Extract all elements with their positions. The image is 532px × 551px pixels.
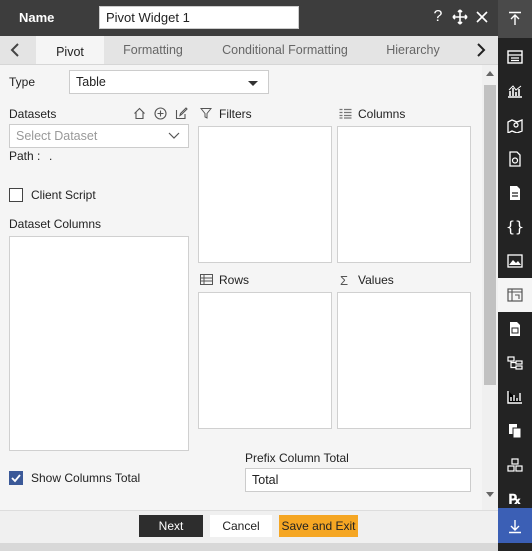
chevron-down-icon xyxy=(248,81,258,86)
tab-bar: Pivot Formatting Conditional Formatting … xyxy=(0,36,498,65)
tab-hierarchy[interactable]: Hierarchy xyxy=(376,36,450,64)
save-and-exit-button[interactable]: Save and Exit xyxy=(279,515,358,537)
scroll-bottom-icon[interactable] xyxy=(498,508,532,543)
dataset-columns-label: Dataset Columns xyxy=(9,217,102,231)
rows-label: Rows xyxy=(219,273,250,287)
analytics-icon[interactable] xyxy=(498,380,532,414)
filters-label: Filters xyxy=(219,107,252,121)
document-icon[interactable] xyxy=(498,176,532,210)
type-select[interactable]: Table xyxy=(69,70,269,94)
dataset-columns-list[interactable] xyxy=(9,236,189,451)
type-label: Type xyxy=(9,75,36,89)
prefix-column-total-input[interactable]: Total xyxy=(245,468,471,492)
datasets-label: Datasets xyxy=(9,107,57,121)
image-icon[interactable] xyxy=(498,244,532,278)
copy-icon[interactable] xyxy=(498,414,532,448)
pivot-content: Type Table Datasets Select Dataset Path … xyxy=(0,65,482,510)
dataset-select[interactable]: Select Dataset xyxy=(9,124,189,148)
report-icon[interactable] xyxy=(498,142,532,176)
values-dropzone[interactable] xyxy=(337,292,471,429)
scroll-top-icon[interactable] xyxy=(498,0,532,38)
sheet-icon[interactable] xyxy=(498,312,532,346)
sigma-icon: Σ xyxy=(340,273,349,288)
chevron-down-icon xyxy=(168,130,180,140)
home-icon[interactable] xyxy=(133,107,146,120)
close-icon[interactable] xyxy=(474,7,490,27)
client-script-checkbox[interactable] xyxy=(9,188,23,202)
content-scrollbar[interactable] xyxy=(482,65,498,503)
next-button[interactable]: Next xyxy=(139,515,203,537)
tab-scroll-right-icon[interactable] xyxy=(466,36,496,64)
hierarchy-icon[interactable] xyxy=(498,346,532,380)
columns-icon xyxy=(339,108,352,119)
filters-dropzone[interactable] xyxy=(198,126,332,263)
prefix-column-total-label: Prefix Column Total xyxy=(245,451,349,465)
code-icon[interactable]: {} xyxy=(498,210,532,244)
map-icon[interactable] xyxy=(498,108,532,142)
add-dataset-icon[interactable] xyxy=(154,107,167,120)
help-icon[interactable]: ? xyxy=(430,7,446,27)
cluster-icon[interactable] xyxy=(498,448,532,482)
footer-actions: Next Cancel Save and Exit xyxy=(0,510,498,543)
path-label: Path : xyxy=(9,149,41,163)
columns-label: Columns xyxy=(358,107,406,121)
tab-scroll-left-icon[interactable] xyxy=(0,36,30,64)
widget-header: Name Pivot Widget 1 ? xyxy=(0,0,498,36)
client-script-label: Client Script xyxy=(31,188,96,202)
show-columns-total-label: Show Columns Total xyxy=(31,471,141,485)
edit-icon[interactable] xyxy=(175,107,188,120)
move-icon[interactable] xyxy=(452,7,468,27)
widget-list-icon[interactable] xyxy=(498,40,532,74)
filter-icon xyxy=(200,107,212,119)
check-icon xyxy=(11,474,21,483)
right-sidebar: {} ℞ xyxy=(498,0,532,551)
tab-conditional-formatting[interactable]: Conditional Formatting xyxy=(212,36,358,64)
name-label: Name xyxy=(19,10,55,25)
columns-dropzone[interactable] xyxy=(337,126,471,263)
pivot-icon[interactable] xyxy=(498,278,532,312)
rows-icon xyxy=(200,274,213,285)
scroll-down-icon[interactable] xyxy=(485,491,495,499)
bottom-strip xyxy=(0,543,532,551)
widget-name-input[interactable]: Pivot Widget 1 xyxy=(99,6,299,29)
cancel-button[interactable]: Cancel xyxy=(210,515,272,537)
scroll-up-icon[interactable] xyxy=(485,69,495,77)
values-label: Values xyxy=(358,273,394,287)
dataset-select-placeholder: Select Dataset xyxy=(16,129,98,143)
tab-formatting[interactable]: Formatting xyxy=(110,36,196,64)
scrollbar-thumb[interactable] xyxy=(484,85,496,385)
chart-icon[interactable] xyxy=(498,74,532,108)
rows-dropzone[interactable] xyxy=(198,292,332,429)
type-select-value: Table xyxy=(76,75,106,89)
path-value: . xyxy=(49,149,53,163)
show-columns-total-checkbox[interactable] xyxy=(9,471,23,485)
tab-pivot[interactable]: Pivot xyxy=(36,36,104,64)
